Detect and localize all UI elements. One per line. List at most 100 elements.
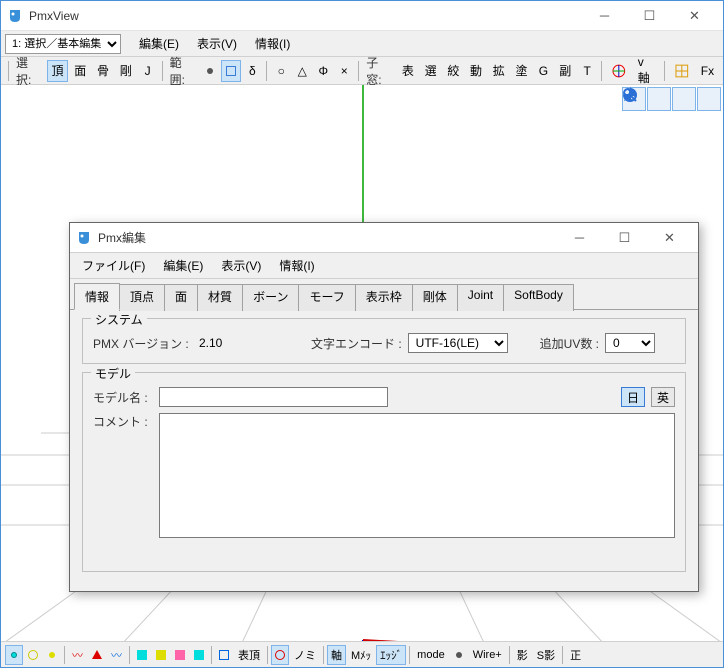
system-group: システム PMX バージョン : 2.10 文字エンコード : UTF-16(L…: [82, 318, 686, 364]
encoding-select[interactable]: UTF-16(LE): [408, 333, 508, 353]
statusbar: 〰 〰 表頂 ノミ 軸 Mﾒｯ ｴｯｼﾞ mode Wire+ 影 S影 正: [1, 641, 723, 667]
version-label: PMX バージョン :: [93, 335, 193, 352]
comment-textarea[interactable]: [159, 413, 675, 538]
range-point[interactable]: [200, 60, 220, 82]
status-axis[interactable]: 軸: [327, 645, 346, 665]
status-dot-yellow[interactable]: [43, 645, 61, 665]
edit-tool-icon[interactable]: [697, 87, 721, 111]
status-ground[interactable]: Mﾒｯ: [347, 645, 375, 665]
model-name-input[interactable]: [159, 387, 388, 407]
sub-paint[interactable]: 塗: [511, 60, 533, 82]
main-menubar: 1: 選択／基本編集 編集(E) 表示(V) 情報(I): [1, 31, 723, 57]
status-wave-blue[interactable]: 〰: [107, 645, 126, 665]
sub-g[interactable]: G: [533, 60, 553, 82]
status-dot-cyan[interactable]: [5, 645, 23, 665]
encoding-label: 文字エンコード :: [311, 335, 402, 352]
status-shadow[interactable]: 影: [513, 645, 532, 665]
shape-phi[interactable]: Φ: [313, 60, 333, 82]
select-joint[interactable]: J: [138, 60, 158, 82]
tab-rigid[interactable]: 剛体: [412, 284, 458, 311]
dialog-body: システム PMX バージョン : 2.10 文字エンコード : UTF-16(L…: [70, 310, 698, 591]
shape-circle[interactable]: ○: [271, 60, 291, 82]
sub-t[interactable]: T: [577, 60, 597, 82]
status-square-outline[interactable]: [215, 645, 233, 665]
status-circle-yellow[interactable]: [24, 645, 42, 665]
menu-view[interactable]: 表示(V): [189, 32, 245, 55]
status-sshadow[interactable]: S影: [533, 645, 559, 665]
maximize-button[interactable]: ☐: [627, 1, 672, 30]
rotate-tool-icon[interactable]: [647, 87, 671, 111]
tab-bone[interactable]: ボーン: [242, 284, 299, 311]
sub-filter[interactable]: 絞: [442, 60, 464, 82]
tab-face[interactable]: 面: [164, 284, 198, 311]
select-vertex[interactable]: 頂: [47, 60, 69, 82]
zoom-tool-icon[interactable]: [672, 87, 696, 111]
tab-softbody[interactable]: SoftBody: [503, 284, 574, 311]
mode-select[interactable]: 1: 選択／基本編集: [5, 34, 121, 54]
dialog-menubar: ファイル(F) 編集(E) 表示(V) 情報(I): [70, 253, 698, 279]
lang-en-button[interactable]: 英: [651, 387, 675, 407]
subwin-label: 子窓:: [363, 54, 396, 88]
menu-edit[interactable]: 編集(E): [131, 32, 187, 55]
select-face[interactable]: 面: [69, 60, 91, 82]
status-sq-yellow[interactable]: [152, 645, 170, 665]
status-circle-red[interactable]: [271, 645, 289, 665]
fx-button[interactable]: Fx: [696, 60, 719, 82]
close-button[interactable]: ✕: [672, 1, 717, 30]
main-title: PmxView: [29, 9, 582, 23]
sub-table[interactable]: 表: [397, 60, 419, 82]
status-sq-cyan[interactable]: [133, 645, 151, 665]
tab-vertex[interactable]: 頂点: [119, 284, 165, 311]
range-label: 範囲:: [167, 54, 200, 88]
sub-select[interactable]: 選: [420, 60, 442, 82]
status-surface[interactable]: 表頂: [234, 645, 264, 665]
status-sq-cyan2[interactable]: [190, 645, 208, 665]
select-bone[interactable]: 骨: [92, 60, 114, 82]
status-edge[interactable]: ｴｯｼﾞ: [376, 645, 406, 665]
shape-triangle[interactable]: △: [292, 60, 312, 82]
dialog-minimize-button[interactable]: ─: [557, 223, 602, 252]
system-group-title: システム: [91, 311, 147, 328]
status-mode[interactable]: mode: [413, 645, 449, 665]
status-tri-red[interactable]: [88, 645, 106, 665]
main-toolbar: 選択: 頂 面 骨 剛 J 範囲: δ ○ △ Φ × 子窓: 表 選 絞 動 …: [1, 57, 723, 85]
adduv-label: 追加UV数 :: [540, 335, 599, 352]
status-sq-pink[interactable]: [171, 645, 189, 665]
dialog-app-icon: [76, 230, 92, 246]
dialog-maximize-button[interactable]: ☐: [602, 223, 647, 252]
range-rect[interactable]: [221, 60, 241, 82]
lang-jp-button[interactable]: 日: [621, 387, 645, 407]
tab-display[interactable]: 表示枠: [355, 284, 413, 311]
version-value: 2.10: [199, 336, 259, 350]
tab-info[interactable]: 情報: [74, 283, 120, 310]
status-mode-dot[interactable]: [450, 645, 468, 665]
app-icon: [7, 8, 23, 24]
dialog-close-button[interactable]: ✕: [647, 223, 692, 252]
axis-indicator-icon[interactable]: [606, 60, 632, 82]
adduv-select[interactable]: 0: [605, 333, 655, 353]
dialog-titlebar: Pmx編集 ─ ☐ ✕: [70, 223, 698, 253]
dialog-menu-edit[interactable]: 編集(E): [155, 254, 211, 277]
dialog-menu-file[interactable]: ファイル(F): [74, 254, 153, 277]
range-delta[interactable]: δ: [242, 60, 262, 82]
status-wire[interactable]: Wire+: [469, 645, 506, 665]
status-nomi[interactable]: ノミ: [290, 645, 320, 665]
grid-icon[interactable]: [669, 60, 695, 82]
sub-move[interactable]: 動: [465, 60, 487, 82]
shape-cross[interactable]: ×: [334, 60, 354, 82]
sub-scale[interactable]: 拡: [488, 60, 510, 82]
tab-morph[interactable]: モーフ: [298, 284, 355, 311]
minimize-button[interactable]: ─: [582, 1, 627, 30]
select-rigid[interactable]: 剛: [115, 60, 137, 82]
dialog-menu-view[interactable]: 表示(V): [213, 254, 269, 277]
menu-info[interactable]: 情報(I): [247, 32, 298, 55]
sub-sub[interactable]: 副: [554, 60, 576, 82]
status-wave-red[interactable]: 〰: [68, 645, 87, 665]
tab-material[interactable]: 材質: [197, 284, 243, 311]
vaxis-button[interactable]: v軸: [633, 60, 661, 82]
dialog-title: Pmx編集: [98, 229, 557, 246]
tab-joint[interactable]: Joint: [457, 284, 504, 311]
status-front[interactable]: 正: [566, 645, 585, 665]
dialog-menu-info[interactable]: 情報(I): [271, 254, 322, 277]
viewport-side-tools: [622, 87, 721, 111]
